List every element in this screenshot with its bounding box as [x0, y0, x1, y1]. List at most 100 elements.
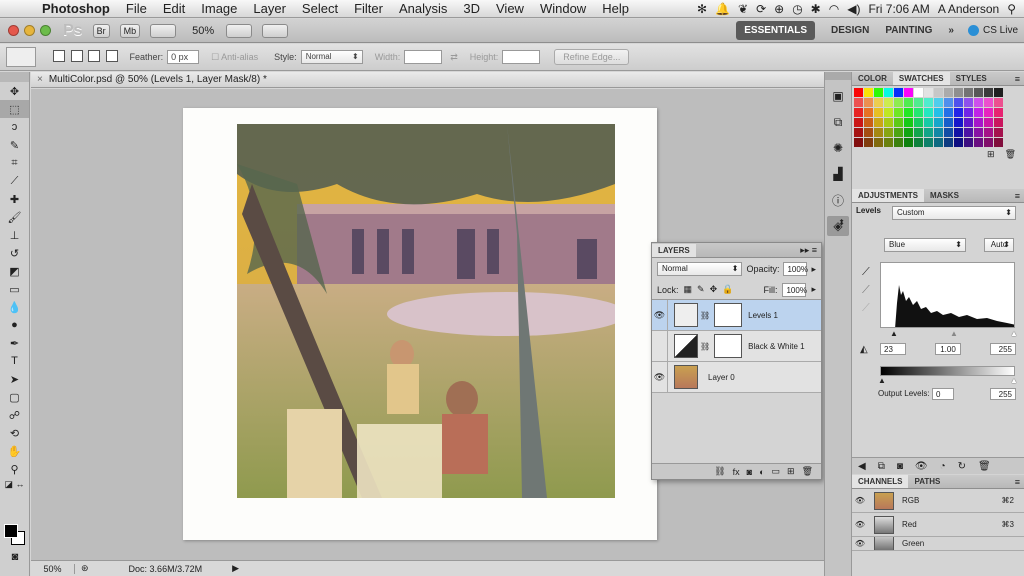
swatch-chip[interactable]: [934, 118, 943, 127]
swatch-chip[interactable]: [994, 98, 1003, 107]
toggle-visibility-icon[interactable]: 👁: [915, 461, 928, 472]
tab-channels[interactable]: CHANNELS: [852, 475, 909, 488]
lock-pixels-icon[interactable]: ✎: [697, 284, 705, 295]
clone-stamp-tool-icon[interactable]: ⊥: [0, 226, 29, 244]
menu-window[interactable]: Window: [532, 1, 594, 16]
swatch-chip[interactable]: [994, 138, 1003, 147]
opacity-slider-icon[interactable]: ▸: [811, 264, 816, 275]
mask-link-icon[interactable]: ⛓: [700, 342, 710, 351]
menu-file[interactable]: File: [118, 1, 155, 16]
clock[interactable]: Fri 7:06 AM: [868, 2, 929, 16]
channel-row-rgb[interactable]: 👁 RGB ⌘2: [852, 489, 1024, 513]
wifi-icon[interactable]: ◠: [829, 2, 839, 16]
menu-select[interactable]: Select: [294, 1, 346, 16]
swatch-chip[interactable]: [874, 88, 883, 97]
output-white-slider-icon[interactable]: ▲: [1010, 376, 1018, 385]
input-black-slider-icon[interactable]: ▲: [890, 329, 898, 338]
tab-styles[interactable]: STYLES: [950, 72, 993, 85]
layer-row-layer0[interactable]: 👁 Layer 0: [652, 362, 821, 393]
delete-layer-icon[interactable]: 🗑: [802, 466, 813, 477]
swatch-chip[interactable]: [974, 128, 983, 137]
expand-view-icon[interactable]: ⧉: [878, 461, 885, 472]
channel-row-red[interactable]: 👁 Red ⌘3: [852, 513, 1024, 537]
zoom-tool-icon[interactable]: ⚲: [0, 460, 29, 478]
antialias-checkbox[interactable]: ☐ Anti-alias: [211, 52, 258, 63]
view-extras-button[interactable]: [150, 23, 177, 38]
visibility-toggle-off[interactable]: [652, 331, 668, 361]
swatch-chip[interactable]: [894, 128, 903, 137]
swatch-chip[interactable]: [854, 118, 863, 127]
swatch-chip[interactable]: [984, 108, 993, 117]
tools-panel-header[interactable]: [0, 72, 29, 82]
quick-mask-icon[interactable]: ◙: [0, 548, 30, 566]
history-panel-icon[interactable]: ⧉: [827, 112, 849, 132]
swatch-chip[interactable]: [884, 88, 893, 97]
swatch-chip[interactable]: [984, 88, 993, 97]
swatch-chip[interactable]: [874, 128, 883, 137]
swatch-chip[interactable]: [854, 128, 863, 137]
move-tool-icon[interactable]: ✥: [0, 82, 29, 100]
swatch-chip[interactable]: [894, 118, 903, 127]
swatch-chip[interactable]: [994, 128, 1003, 137]
marquee-tool-icon[interactable]: ⬚: [0, 100, 29, 118]
tab-swatches[interactable]: SWATCHES: [892, 72, 950, 85]
history-brush-tool-icon[interactable]: ↺: [0, 244, 29, 262]
input-black-field[interactable]: 23: [880, 343, 906, 355]
swatch-chip[interactable]: [854, 138, 863, 147]
zoom-level-select[interactable]: 50%: [192, 25, 214, 37]
hand-tool-icon[interactable]: ✋: [0, 442, 29, 460]
3d-orbit-tool-icon[interactable]: ⟲: [0, 424, 29, 442]
close-document-icon[interactable]: ×: [37, 74, 43, 85]
swatch-chip[interactable]: [864, 128, 873, 137]
swatch-chip[interactable]: [924, 108, 933, 117]
swatch-chip[interactable]: [954, 88, 963, 97]
tab-color[interactable]: COLOR: [852, 72, 893, 85]
swatch-chip[interactable]: [964, 108, 973, 117]
menu-3d[interactable]: 3D: [455, 1, 488, 16]
histogram-panel-icon[interactable]: ▟: [827, 164, 849, 184]
swatch-chip[interactable]: [854, 88, 863, 97]
swatch-chip[interactable]: [954, 138, 963, 147]
lock-position-icon[interactable]: ✥: [710, 284, 718, 295]
notification-icon[interactable]: 🔔: [715, 2, 730, 16]
brush-tool-icon[interactable]: 🖌: [0, 208, 29, 226]
swatch-chip[interactable]: [934, 138, 943, 147]
swatch-chip[interactable]: [914, 108, 923, 117]
3d-rotate-tool-icon[interactable]: ☍: [0, 406, 29, 424]
mini-bridge-button[interactable]: Mb: [119, 23, 141, 38]
swatch-chip[interactable]: [884, 98, 893, 107]
swatch-chip[interactable]: [864, 108, 873, 117]
visibility-eye-icon[interactable]: 👁: [652, 362, 668, 392]
navigator-panel-icon[interactable]: ✺: [827, 138, 849, 158]
color-panel-header[interactable]: COLOR SWATCHES STYLES ≡: [852, 72, 1024, 86]
swatch-chip[interactable]: [944, 98, 953, 107]
input-white-slider-icon[interactable]: ▲: [1010, 329, 1018, 338]
channel-select[interactable]: Blue: [884, 238, 966, 252]
reset-icon[interactable]: ↻: [958, 461, 966, 472]
swatch-chip[interactable]: [934, 98, 943, 107]
swatch-chip[interactable]: [924, 128, 933, 137]
swatch-chip[interactable]: [914, 88, 923, 97]
return-to-list-icon[interactable]: ◀: [858, 461, 866, 472]
lock-all-icon[interactable]: 🔒: [722, 284, 733, 295]
swatch-chip[interactable]: [894, 98, 903, 107]
layer-row-levels[interactable]: 👁 ⛓ Levels 1: [652, 300, 821, 331]
new-swatch-icon[interactable]: ⊞: [987, 149, 995, 160]
fill-input[interactable]: 100%: [782, 282, 807, 297]
eraser-tool-icon[interactable]: ◩: [0, 262, 29, 280]
swatch-chip[interactable]: [934, 128, 943, 137]
gradient-tool-icon[interactable]: ▭: [0, 280, 29, 298]
swatch-chip[interactable]: [954, 98, 963, 107]
snowflake-icon[interactable]: ✻: [697, 2, 707, 16]
menu-view[interactable]: View: [488, 1, 532, 16]
swatch-chip[interactable]: [904, 88, 913, 97]
layers-panel-menu-icon[interactable]: ▸▸ ≡: [800, 245, 821, 256]
layers-panel-header[interactable]: LAYERS ▸▸ ≡: [652, 243, 821, 258]
minimize-window-icon[interactable]: [24, 25, 35, 36]
clipping-warning-icon[interactable]: ◭: [860, 344, 868, 355]
layer-style-icon[interactable]: fx: [733, 467, 740, 477]
accessibility-icon[interactable]: ⊕: [774, 2, 784, 16]
feather-input[interactable]: 0 px: [167, 50, 200, 64]
adjustments-panel-header[interactable]: ADJUSTMENTS MASKS ≡: [852, 189, 1024, 203]
swatch-chip[interactable]: [914, 118, 923, 127]
